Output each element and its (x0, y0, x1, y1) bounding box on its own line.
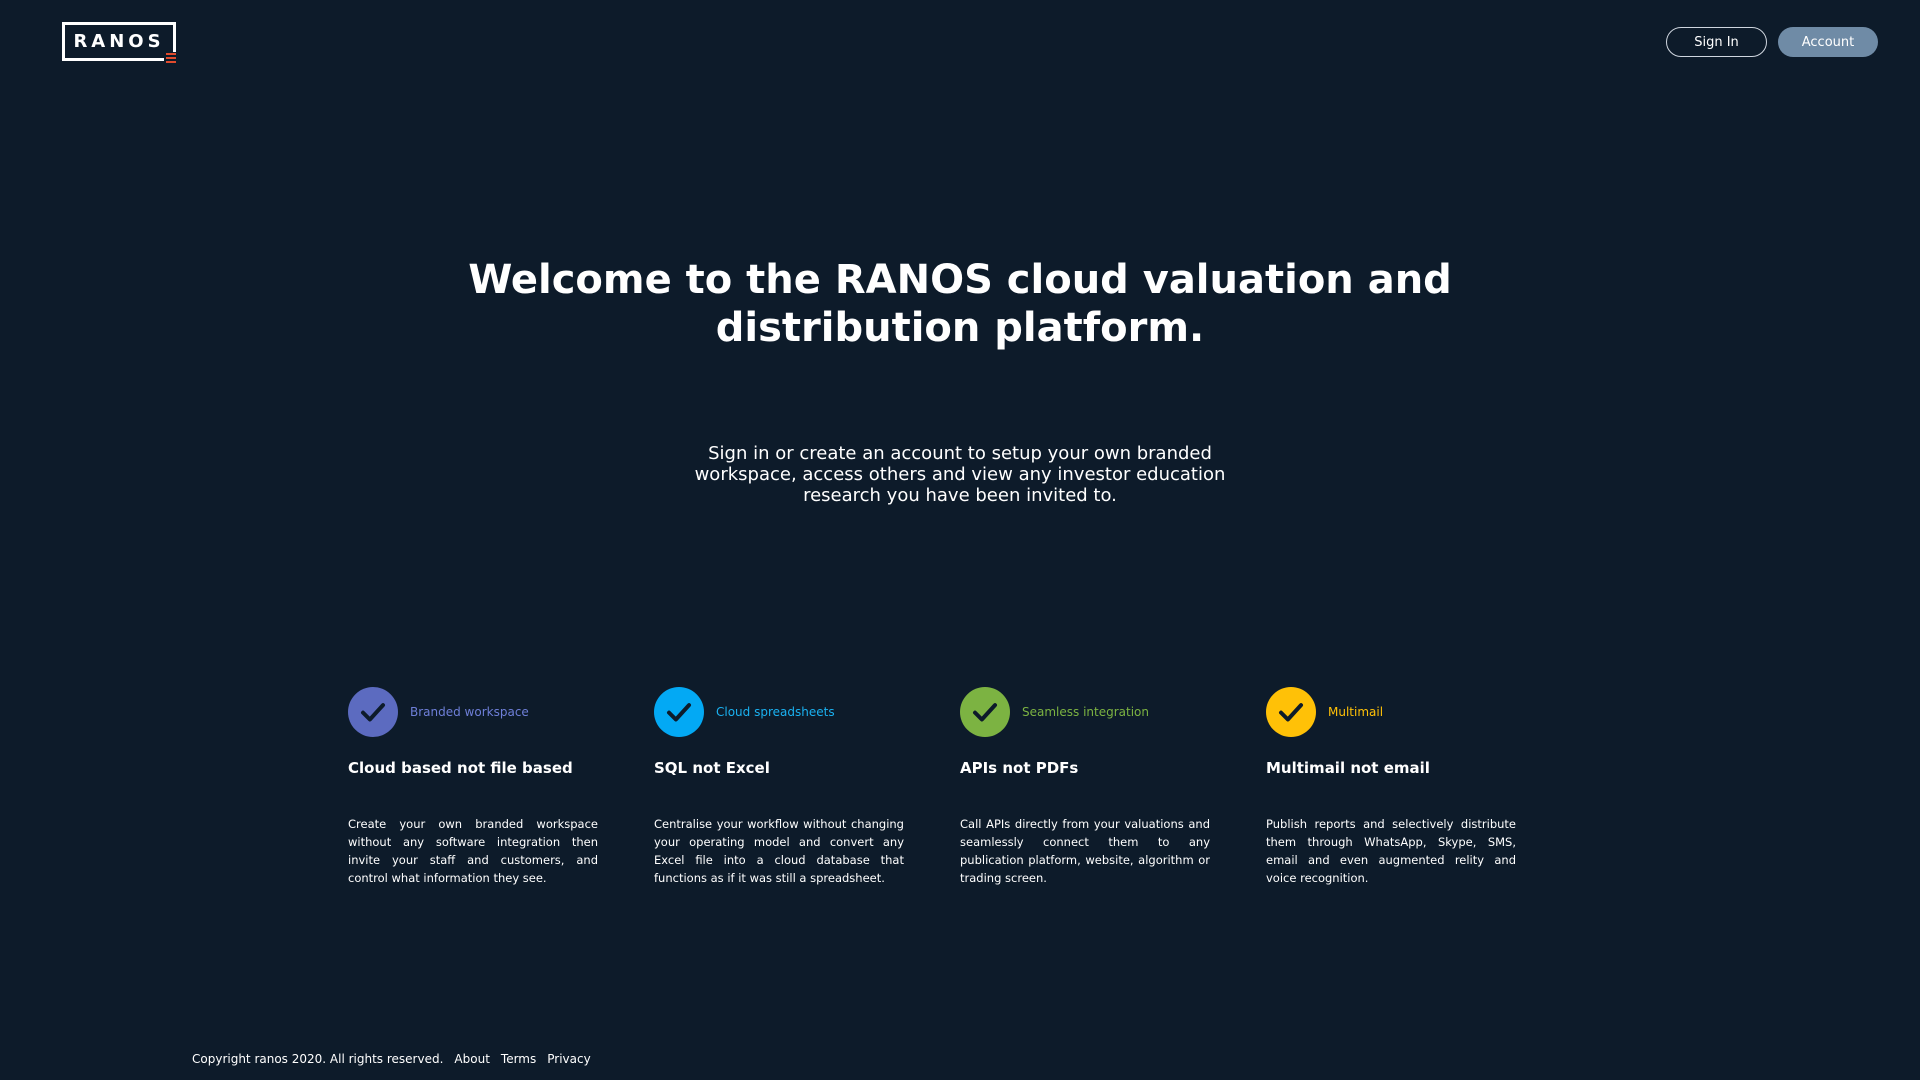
feature-description: Call APIs directly from your valuations … (960, 817, 1210, 885)
features-section: Branded workspace Cloud based not file b… (348, 686, 1588, 906)
feature-description: Create your own branded workspace withou… (348, 817, 598, 885)
about-link[interactable]: About (454, 1052, 489, 1066)
copyright-text: Copyright ranos 2020. All rights reserve… (192, 1052, 444, 1066)
landing-page: RANOS Sign In Account Welcome to the RAN… (0, 0, 1920, 1080)
check-icon (960, 686, 1010, 737)
logo-text: RANOS (73, 31, 165, 52)
page-title-line-2: distribution platform. (715, 305, 1205, 351)
page-title-line-1: Welcome to the RANOS cloud valuation and (468, 257, 1452, 303)
feature-header: Cloud spreadsheets (654, 686, 904, 737)
feature-description: Centralise your workflow without changin… (654, 817, 904, 885)
feature-title: SQL not Excel (654, 759, 770, 777)
feature-tag: Branded workspace (410, 704, 529, 719)
feature-tag: Seamless integration (1022, 704, 1149, 719)
hero-subtitle: Sign in or create an account to setup yo… (694, 443, 1226, 506)
feature-header: Multimail (1266, 686, 1516, 737)
feature-title: Multimail not email (1266, 759, 1430, 777)
feature-tag: Multimail (1328, 704, 1384, 719)
account-button[interactable]: Account (1778, 27, 1878, 57)
feature-card-cloud-spreadsheets: Cloud spreadsheets SQL not Excel Central… (654, 686, 904, 887)
feature-tag: Cloud spreadsheets (716, 704, 835, 719)
check-icon (348, 686, 398, 737)
logo-flag-icon (164, 52, 176, 63)
feature-header: Branded workspace (348, 686, 598, 737)
check-icon (654, 686, 704, 737)
sign-in-button[interactable]: Sign In (1666, 27, 1767, 57)
ranos-logo[interactable]: RANOS (62, 22, 176, 63)
feature-title: APIs not PDFs (960, 759, 1079, 777)
feature-card-branded-workspace: Branded workspace Cloud based not file b… (348, 686, 598, 887)
feature-card-seamless-integration: Seamless integration APIs not PDFs Call … (960, 686, 1210, 887)
terms-link[interactable]: Terms (501, 1052, 536, 1066)
page-title: Welcome to the RANOS cloud valuation and… (0, 256, 1920, 352)
privacy-link[interactable]: Privacy (547, 1052, 590, 1066)
check-icon (1266, 686, 1316, 737)
feature-title: Cloud based not file based (348, 759, 573, 777)
feature-card-multimail: Multimail Multimail not email Publish re… (1266, 686, 1516, 887)
feature-description: Publish reports and selectively distribu… (1266, 817, 1516, 885)
feature-header: Seamless integration (960, 686, 1210, 737)
footer: Copyright ranos 2020. All rights reserve… (192, 1052, 591, 1066)
